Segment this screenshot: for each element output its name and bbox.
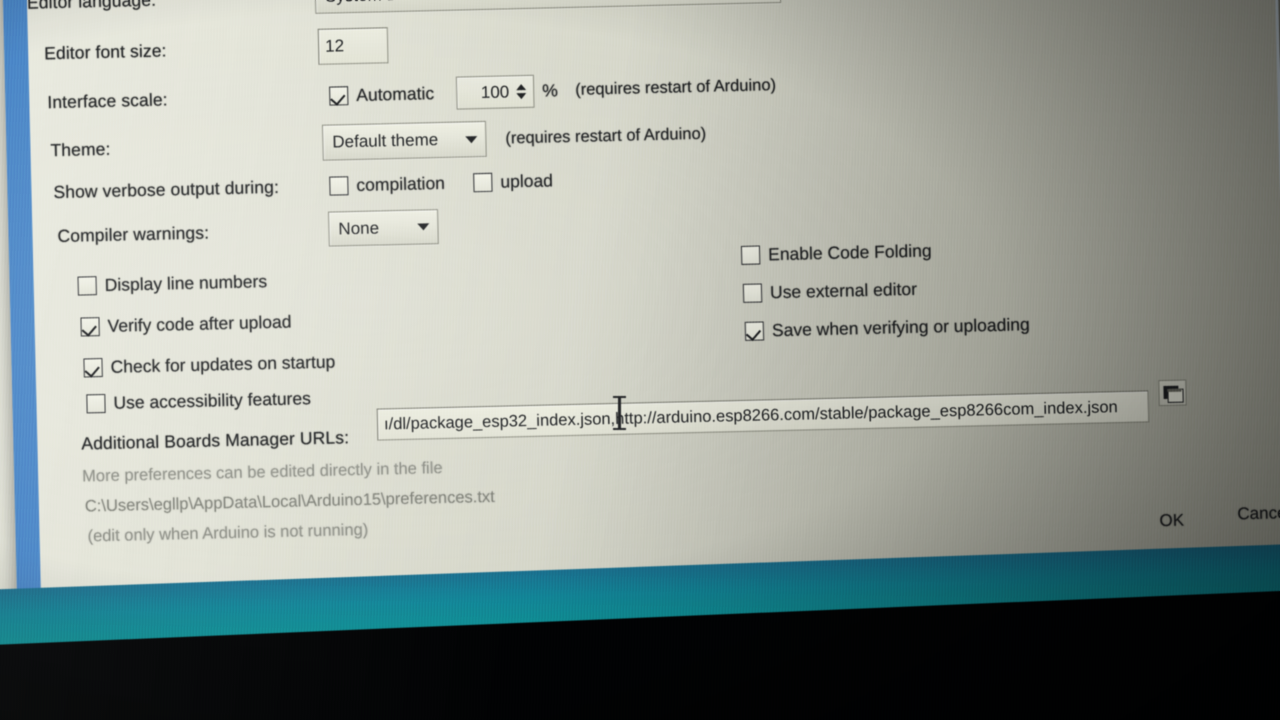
boards-manager-urls-label-wrap: Additional Boards Manager URLs: bbox=[81, 427, 349, 454]
interface-scale-automatic-label: Automatic bbox=[356, 83, 435, 105]
ok-button[interactable]: OK bbox=[1147, 507, 1196, 534]
checkbox-label: Use external editor bbox=[769, 278, 918, 303]
checkbox-icon bbox=[473, 172, 493, 193]
editor-language-combo[interactable]: System Default bbox=[314, 0, 782, 14]
stepper-arrows[interactable] bbox=[516, 83, 527, 100]
row-interface-scale: Interface scale: bbox=[47, 89, 168, 113]
cancel-button[interactable]: Cancel bbox=[1225, 500, 1280, 528]
checkbox-label: Display line numbers bbox=[104, 271, 268, 295]
editor-font-size-input[interactable]: 12 bbox=[317, 27, 389, 65]
interface-scale-value: 100 bbox=[480, 81, 510, 102]
interface-scale-stepper[interactable]: 100 bbox=[455, 74, 535, 110]
checkbox-save-when-verifying-or-uploading[interactable]: Save when verifying or uploading bbox=[744, 314, 1030, 342]
window-titlebar-icon bbox=[1167, 388, 1182, 392]
theme-label: Theme: bbox=[50, 138, 111, 161]
checkbox-label: Use accessibility features bbox=[113, 388, 312, 413]
checkbox-icon bbox=[80, 317, 100, 337]
editor-font-size-value: 12 bbox=[324, 36, 345, 56]
interface-scale-unit: % bbox=[541, 80, 559, 101]
checkbox-check-for-updates-on-startup[interactable]: Check for updates on startup bbox=[83, 351, 336, 379]
checkbox-icon bbox=[83, 358, 103, 378]
editor-language-value: System Default bbox=[325, 0, 441, 7]
checkbox-label: Verify code after upload bbox=[107, 311, 292, 336]
footer-line-2-preferences-path: C:\Users\egllp\AppData\Local\Arduino15\p… bbox=[84, 487, 495, 516]
checkbox-icon bbox=[77, 276, 97, 296]
compiler-warnings-label: Compiler warnings: bbox=[57, 222, 210, 247]
chevron-down-icon bbox=[417, 223, 430, 231]
checkbox-use-accessibility-features[interactable]: Use accessibility features bbox=[86, 388, 311, 414]
arrow-down-icon[interactable] bbox=[516, 92, 527, 100]
checkbox-enable-code-folding[interactable]: Enable Code Folding bbox=[740, 240, 932, 265]
checkbox-use-external-editor[interactable]: Use external editor bbox=[742, 278, 918, 304]
verbose-compilation-checkbox[interactable]: compilation bbox=[329, 173, 445, 197]
verbose-output-label: Show verbose output during: bbox=[53, 176, 280, 203]
checkbox-icon bbox=[329, 176, 349, 196]
row-theme: Theme: bbox=[50, 139, 110, 161]
interface-scale-note: (requires restart of Arduino) bbox=[575, 76, 777, 99]
checkbox-icon bbox=[742, 283, 763, 303]
compiler-warnings-value: None bbox=[338, 217, 380, 238]
camera-photo-of-screen: Editor language: System Default (require… bbox=[0, 0, 1280, 720]
theme-combo[interactable]: Default theme bbox=[321, 120, 487, 161]
checkbox-label: Save when verifying or uploading bbox=[771, 314, 1030, 341]
boards-manager-urls-input[interactable]: ı/dl/package_esp32_index.json,http://ard… bbox=[376, 390, 1150, 441]
boards-manager-urls-label: Additional Boards Manager URLs: bbox=[81, 427, 350, 454]
checkbox-icon bbox=[86, 393, 106, 414]
checkbox-label: Check for updates on startup bbox=[110, 351, 336, 377]
interface-scale-automatic-checkbox[interactable]: Automatic bbox=[329, 83, 434, 106]
row-editor-language: Editor language: bbox=[27, 0, 157, 14]
verbose-upload-checkbox[interactable]: upload bbox=[473, 170, 553, 193]
chevron-down-icon bbox=[465, 135, 478, 143]
checkbox-label: Enable Code Folding bbox=[767, 240, 932, 265]
verbose-upload-label: upload bbox=[500, 170, 554, 192]
checkbox-display-line-numbers[interactable]: Display line numbers bbox=[77, 271, 267, 296]
boards-manager-urls-value: ı/dl/package_esp32_index.json,http://ard… bbox=[383, 397, 1118, 433]
boards-manager-urls-expand-button[interactable] bbox=[1158, 379, 1187, 407]
editor-language-label: Editor language: bbox=[26, 0, 157, 13]
checkbox-icon bbox=[329, 86, 349, 106]
theme-note: (requires restart of Arduino) bbox=[505, 124, 707, 148]
footer-line-1: More preferences can be edited directly … bbox=[81, 459, 443, 486]
row-compiler-warnings: Compiler warnings: bbox=[57, 222, 209, 247]
checkbox-icon bbox=[744, 321, 765, 341]
theme-value: Default theme bbox=[332, 130, 439, 152]
checkbox-icon bbox=[740, 245, 761, 265]
row-verbose-output: Show verbose output during: bbox=[53, 177, 279, 203]
checkbox-verify-code-after-upload[interactable]: Verify code after upload bbox=[80, 311, 292, 338]
row-editor-font-size: Editor font size: bbox=[44, 40, 167, 64]
arrow-up-icon[interactable] bbox=[516, 83, 527, 91]
compiler-warnings-combo[interactable]: None bbox=[328, 209, 439, 247]
dialog-content-panel: Editor language: System Default (require… bbox=[25, 0, 1280, 629]
interface-scale-label: Interface scale: bbox=[47, 89, 168, 113]
editor-font-size-label: Editor font size: bbox=[43, 40, 167, 64]
footer-line-3: (edit only when Arduino is not running) bbox=[87, 520, 369, 546]
verbose-compilation-label: compilation bbox=[356, 172, 446, 196]
